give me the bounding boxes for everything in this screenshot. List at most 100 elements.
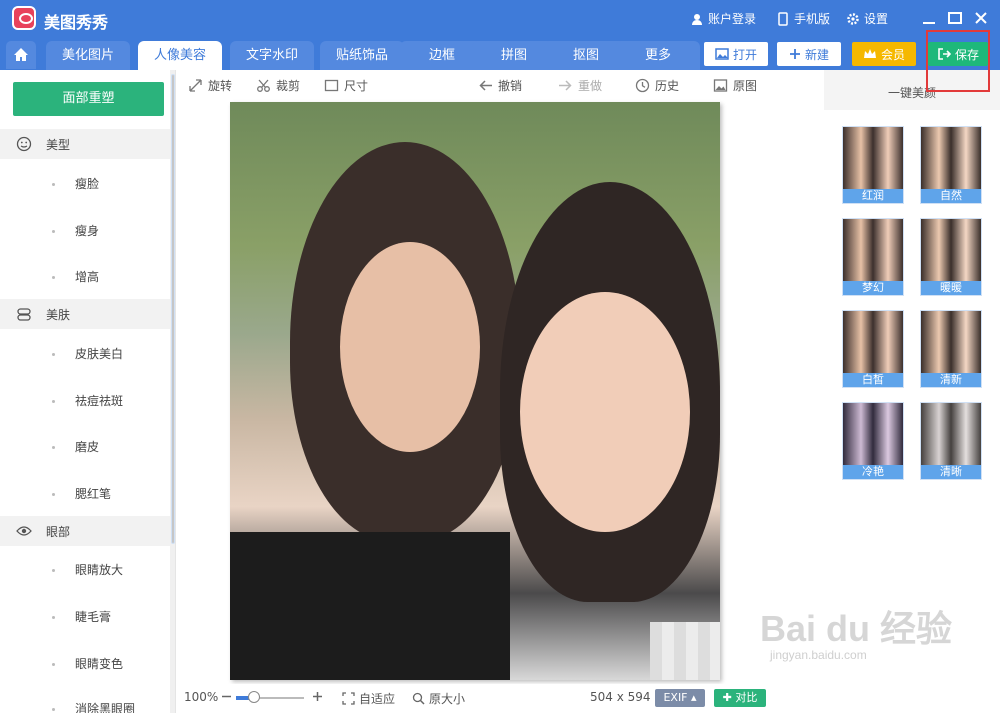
- maximize-icon[interactable]: [947, 10, 963, 26]
- bullet-dot: [52, 230, 55, 233]
- menu-enlarge-eyes[interactable]: 眼睛放大: [52, 561, 123, 578]
- preset-thumbnail: [921, 311, 981, 373]
- zoom-level: 100%: [184, 690, 219, 704]
- bullet-dot: [52, 708, 55, 711]
- menu-whitening[interactable]: 皮肤美白: [52, 345, 123, 362]
- phone-icon: [778, 11, 788, 26]
- tab-portrait[interactable]: 人像美容: [138, 41, 222, 70]
- menu-slim-body[interactable]: 瘦身: [52, 222, 99, 239]
- menu-label: 瘦脸: [75, 177, 100, 191]
- login-link[interactable]: 账户登录: [690, 10, 756, 27]
- menu-dark-circles[interactable]: 消除黑眼圈: [52, 700, 135, 713]
- original-tool[interactable]: 原图: [713, 77, 757, 94]
- resize-icon: [324, 79, 339, 92]
- tab-more[interactable]: 更多: [616, 41, 700, 70]
- section-eyes[interactable]: 眼部: [0, 516, 170, 546]
- plus-icon: [313, 692, 322, 701]
- menu-eye-color[interactable]: 眼睛变色: [52, 655, 123, 672]
- zoom-slider-knob[interactable]: [248, 691, 260, 703]
- mobile-link[interactable]: 手机版: [776, 10, 830, 27]
- section-skin[interactable]: 美肤: [0, 299, 170, 329]
- plus-icon: [789, 49, 800, 59]
- preset-fair[interactable]: 白皙: [842, 310, 904, 388]
- preset-cool[interactable]: 冷艳: [842, 402, 904, 480]
- bullet-dot: [52, 616, 55, 619]
- preset-label: 白皙: [843, 373, 903, 387]
- edited-photo[interactable]: [230, 102, 720, 680]
- menu-label: 祛痘祛斑: [75, 394, 124, 408]
- menu-mascara[interactable]: 睫毛膏: [52, 608, 111, 625]
- history-label: 历史: [655, 79, 680, 93]
- menu-smooth[interactable]: 磨皮: [52, 438, 99, 455]
- tab-stickers[interactable]: 贴纸饰品: [320, 41, 404, 70]
- menu-blush[interactable]: 腮红笔: [52, 485, 111, 502]
- undo-tool[interactable]: 撤销: [478, 77, 522, 94]
- menu-label: 消除黑眼圈: [75, 702, 136, 713]
- fit-label: 自适应: [359, 692, 396, 706]
- preset-thumbnail: [843, 219, 903, 281]
- preset-dreamy[interactable]: 梦幻: [842, 218, 904, 296]
- smile-icon: [16, 136, 32, 152]
- scissors-icon: [257, 79, 270, 92]
- home-button[interactable]: [6, 41, 36, 69]
- exif-label: EXIF: [663, 691, 688, 704]
- face-reshape-button[interactable]: 面部重塑: [13, 82, 164, 116]
- photo-face-right: [520, 292, 690, 532]
- preset-label: 红润: [843, 189, 903, 203]
- user-icon: [692, 13, 702, 25]
- menu-label: 眼睛放大: [75, 563, 124, 577]
- tab-text-watermark[interactable]: 文字水印: [230, 41, 314, 70]
- minimize-icon[interactable]: [921, 10, 937, 26]
- vip-button[interactable]: 会员: [852, 42, 916, 66]
- compare-button[interactable]: ✚ 对比: [714, 689, 766, 707]
- menu-slim-face[interactable]: 瘦脸: [52, 175, 99, 192]
- history-tool[interactable]: 历史: [635, 77, 679, 94]
- menu-label: 腮红笔: [75, 487, 112, 501]
- open-button[interactable]: 打开: [704, 42, 768, 66]
- bullet-dot: [52, 183, 55, 186]
- preset-label: 暖暖: [921, 281, 981, 295]
- home-icon: [14, 48, 28, 61]
- fit-button[interactable]: 自适应: [342, 690, 395, 707]
- redo-label: 重做: [578, 79, 603, 93]
- actual-size-label: 原大小: [429, 692, 466, 706]
- redo-tool[interactable]: 重做: [558, 77, 602, 94]
- preset-label: 清新: [921, 373, 981, 387]
- zoom-in-button[interactable]: [311, 690, 324, 703]
- clock-icon: [635, 78, 650, 93]
- preset-natural[interactable]: 自然: [920, 126, 982, 204]
- open-label: 打开: [732, 47, 757, 62]
- bullet-dot: [52, 400, 55, 403]
- size-tool[interactable]: 尺寸: [324, 77, 368, 94]
- preset-warm[interactable]: 暖暖: [920, 218, 982, 296]
- actual-size-button[interactable]: 原大小: [412, 690, 465, 707]
- photo-mosaic: [650, 622, 720, 680]
- preset-clear[interactable]: 清晰: [920, 402, 982, 480]
- login-label: 账户登录: [708, 12, 757, 26]
- menu-acne[interactable]: 祛痘祛斑: [52, 392, 123, 409]
- rotate-tool[interactable]: 旋转: [188, 77, 232, 94]
- crop-tool[interactable]: 裁剪: [256, 77, 300, 94]
- section-title: 美型: [46, 137, 71, 152]
- close-icon[interactable]: [973, 10, 989, 26]
- crown-icon: [863, 49, 876, 58]
- undo-label: 撤销: [498, 79, 523, 93]
- tab-beautify[interactable]: 美化图片: [46, 41, 130, 70]
- eye-icon: [16, 526, 32, 536]
- photo-shirt: [230, 532, 510, 680]
- preset-rosy[interactable]: 红润: [842, 126, 904, 204]
- baidu-watermark: Bai du 经验 jingyan.baidu.com: [760, 600, 960, 670]
- menu-height[interactable]: 增高: [52, 268, 99, 285]
- new-button[interactable]: 新建: [777, 42, 841, 66]
- minus-icon: [222, 695, 231, 698]
- preset-thumbnail: [921, 403, 981, 465]
- zoom-out-button[interactable]: [220, 690, 233, 703]
- preset-fresh[interactable]: 清新: [920, 310, 982, 388]
- mobile-label: 手机版: [794, 12, 831, 26]
- settings-link[interactable]: 设置: [846, 10, 888, 27]
- scrollbar-thumb[interactable]: [171, 74, 175, 544]
- redo-arrow-icon: [559, 80, 572, 91]
- exif-button[interactable]: EXIF ▴: [655, 689, 705, 707]
- size-label: 尺寸: [344, 79, 369, 93]
- section-shape[interactable]: 美型: [0, 129, 170, 159]
